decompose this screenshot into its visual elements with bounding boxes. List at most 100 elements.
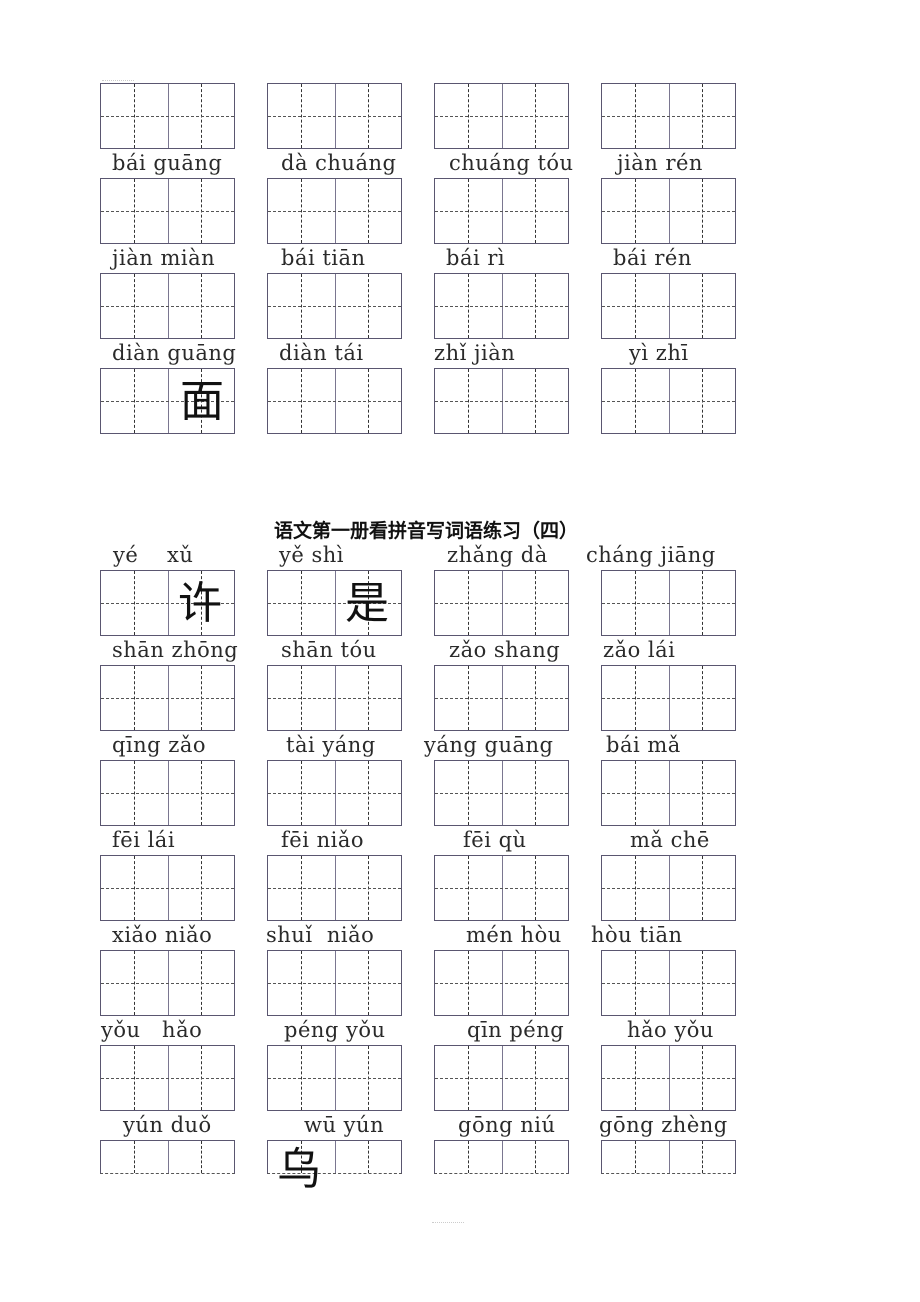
pinyin-prompt: gōng niú: [458, 1113, 556, 1137]
writing-grid-box[interactable]: [267, 855, 402, 921]
writing-grid-box[interactable]: [100, 665, 235, 731]
grid-divider: [501, 1141, 503, 1173]
writing-grid-box[interactable]: [434, 368, 569, 434]
pinyin-prompt: diàn tái: [279, 341, 364, 365]
pinyin-prompt: mǎ chē: [630, 828, 710, 852]
grid-divider: [668, 1141, 670, 1173]
writing-grid-box[interactable]: [267, 1045, 402, 1111]
writing-grid-box[interactable]: [100, 83, 235, 149]
grid-divider: [167, 1141, 169, 1173]
grid-guide-horizontal: [602, 603, 735, 604]
grid-guide-horizontal: [602, 1078, 735, 1079]
pinyin-prompt: wū yún: [304, 1113, 385, 1137]
writing-grid-box[interactable]: [434, 1140, 569, 1174]
writing-grid-box[interactable]: [267, 273, 402, 339]
writing-grid-box[interactable]: [434, 273, 569, 339]
writing-grid-box[interactable]: [601, 760, 736, 826]
pinyin-prompt: gōng zhèng: [599, 1113, 728, 1137]
grid-guide-horizontal: [101, 888, 234, 889]
pinyin-prompt: xiǎo niǎo: [112, 923, 213, 947]
writing-grid-box[interactable]: [434, 1045, 569, 1111]
grid-guide-horizontal: [101, 306, 234, 307]
grid-guide-horizontal: [101, 1078, 234, 1079]
grid-guide-horizontal: [435, 306, 568, 307]
writing-grid-box[interactable]: [601, 665, 736, 731]
writing-grid-box[interactable]: [267, 665, 402, 731]
grid-guide-horizontal: [435, 603, 568, 604]
written-character: 许: [178, 578, 222, 629]
pinyin-prompt: qīng zǎo: [112, 733, 207, 757]
writing-grid-box[interactable]: [434, 855, 569, 921]
grid-guide-horizontal: [602, 888, 735, 889]
writing-grid-box[interactable]: [601, 950, 736, 1016]
grid-guide-horizontal: [602, 306, 735, 307]
writing-grid-box[interactable]: [434, 665, 569, 731]
writing-grid-box[interactable]: [100, 178, 235, 244]
grid-guide-horizontal: [435, 888, 568, 889]
worksheet-title: 语文第一册看拼音写词语练习（四）: [274, 520, 579, 542]
writing-grid-box[interactable]: [100, 1045, 235, 1111]
writing-grid-box[interactable]: [100, 855, 235, 921]
grid-guide-horizontal: [101, 983, 234, 984]
pinyin-prompt: chuáng tóu: [449, 151, 574, 175]
grid-guide-horizontal: [435, 401, 568, 402]
decorative-dots: [102, 80, 134, 81]
writing-grid-box[interactable]: [100, 760, 235, 826]
writing-grid-box[interactable]: [434, 760, 569, 826]
pinyin-prompt: yǒu hǎo: [101, 1018, 203, 1042]
writing-grid-box[interactable]: [434, 570, 569, 636]
writing-grid-box[interactable]: [601, 368, 736, 434]
pinyin-prompt: hòu tiān: [591, 923, 683, 947]
grid-guide-horizontal: [268, 983, 401, 984]
writing-grid-box[interactable]: [601, 83, 736, 149]
pinyin-prompt: tài yáng: [286, 733, 376, 757]
written-character: 乌: [277, 1144, 321, 1195]
grid-guide-vertical: [200, 1141, 202, 1173]
pinyin-prompt: yún duǒ: [123, 1113, 212, 1137]
writing-grid-box[interactable]: [267, 760, 402, 826]
writing-grid-box[interactable]: [601, 273, 736, 339]
writing-grid-box[interactable]: [267, 83, 402, 149]
writing-grid-box[interactable]: [434, 83, 569, 149]
grid-guide-vertical: [701, 1141, 703, 1173]
writing-grid-box[interactable]: [434, 178, 569, 244]
writing-grid-box[interactable]: [100, 273, 235, 339]
grid-guide-horizontal: [268, 888, 401, 889]
grid-guide-vertical: [134, 1141, 136, 1173]
writing-grid-box[interactable]: [601, 178, 736, 244]
grid-guide-horizontal: [435, 698, 568, 699]
pinyin-prompt: zhǐ jiàn: [434, 341, 516, 365]
writing-grid-box[interactable]: [267, 368, 402, 434]
grid-guide-horizontal: [435, 1078, 568, 1079]
pinyin-prompt: yì zhī: [629, 341, 689, 365]
pinyin-prompt: hǎo yǒu: [627, 1018, 714, 1042]
grid-guide-horizontal: [268, 793, 401, 794]
writing-grid-box[interactable]: [601, 1045, 736, 1111]
grid-guide-horizontal: [602, 983, 735, 984]
grid-guide-horizontal: [435, 983, 568, 984]
writing-grid-box[interactable]: [601, 1140, 736, 1174]
writing-grid-box[interactable]: [601, 570, 736, 636]
pinyin-prompt: mén hòu: [466, 923, 562, 947]
pinyin-prompt: yé xǔ: [113, 543, 194, 567]
grid-guide-horizontal: [268, 1078, 401, 1079]
pinyin-prompt: fēi niǎo: [281, 828, 364, 852]
writing-grid-box[interactable]: [267, 178, 402, 244]
writing-grid-box[interactable]: [100, 1140, 235, 1174]
writing-grid-box[interactable]: [601, 855, 736, 921]
writing-grid-box[interactable]: [100, 950, 235, 1016]
pinyin-prompt: cháng jiāng: [586, 543, 716, 567]
writing-grid-box[interactable]: [267, 950, 402, 1016]
pinyin-prompt: zhǎng dà: [447, 543, 548, 567]
pinyin-prompt: shān zhōng: [112, 638, 239, 662]
pinyin-prompt: jiàn miàn: [112, 246, 216, 270]
pinyin-prompt: bái guāng: [112, 151, 223, 175]
grid-guide-vertical: [534, 1141, 536, 1173]
pinyin-prompt: fēi lái: [112, 828, 176, 852]
writing-grid-box[interactable]: [434, 950, 569, 1016]
pinyin-prompt: bái tiān: [281, 246, 366, 270]
grid-guide-vertical: [635, 1141, 637, 1173]
grid-guide-horizontal: [602, 401, 735, 402]
pinyin-prompt: diàn guāng: [112, 341, 237, 365]
pinyin-prompt: bái rén: [613, 246, 692, 270]
